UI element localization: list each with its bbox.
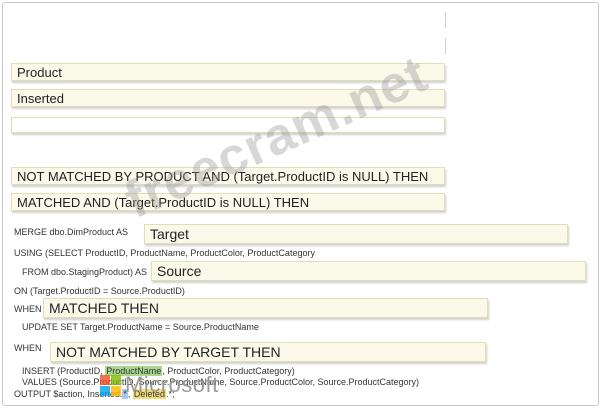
when-label-2: WHEN bbox=[14, 343, 42, 353]
from-label: FROM dbo.StagingProduct) AS bbox=[22, 267, 148, 277]
using-line: USING (SELECT ProductID, ProductName, Pr… bbox=[14, 248, 315, 258]
source-drop-slot[interactable]: Source bbox=[151, 261, 586, 281]
insert-prefix: INSERT (ProductID, bbox=[22, 366, 106, 376]
microsoft-logo-word: Microsoft bbox=[125, 372, 219, 397]
answer-option-matched-and[interactable]: MATCHED AND (Target.ProductID is NULL) T… bbox=[11, 193, 445, 211]
merge-label: MERGE dbo.DimProduct AS bbox=[14, 227, 129, 237]
answer-slot-1[interactable] bbox=[445, 12, 446, 28]
target-drop-slot[interactable]: Target bbox=[144, 224, 568, 244]
when-matched-drop-slot[interactable]: MATCHED THEN bbox=[43, 298, 488, 318]
values-line: VALUES (Source.ProductID, Source.Product… bbox=[22, 377, 420, 387]
update-line: UPDATE SET Target.ProductName = Source.P… bbox=[22, 322, 259, 332]
when-not-matched-drop-slot[interactable]: NOT MATCHED BY TARGET THEN bbox=[50, 342, 486, 362]
microsoft-logo-icon bbox=[100, 374, 121, 396]
answer-slot-2[interactable] bbox=[445, 38, 446, 54]
when-label-1: WHEN bbox=[14, 304, 42, 314]
microsoft-logo: Microsoft bbox=[100, 372, 219, 398]
on-line: ON (Target.ProductID = Source.ProductID) bbox=[14, 286, 185, 296]
